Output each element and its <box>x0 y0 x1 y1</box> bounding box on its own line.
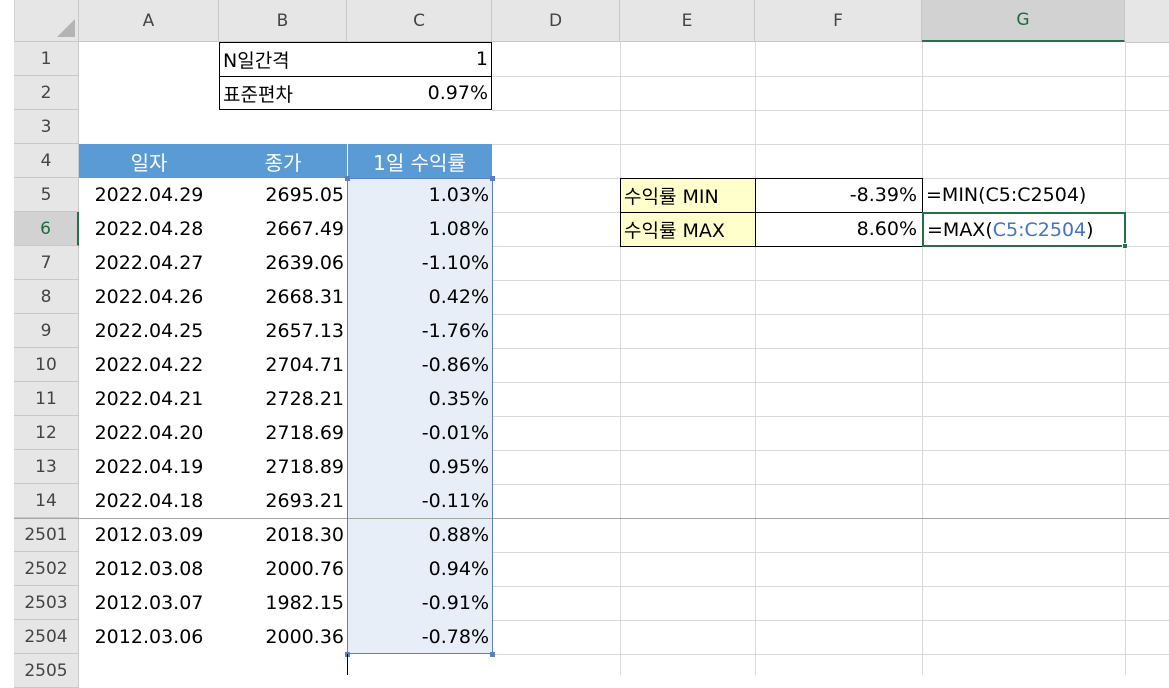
date-cell[interactable]: 2022.04.22 <box>79 348 219 382</box>
daily-return-header[interactable]: 1일 수익률 <box>347 144 492 178</box>
close-cell[interactable]: 2018.30 <box>219 518 347 552</box>
gridline <box>492 348 1169 349</box>
min-formula-text[interactable]: =MIN(C5:C2504) <box>923 178 1166 212</box>
close-cell[interactable]: 2000.36 <box>219 620 347 654</box>
gridline <box>492 76 1169 77</box>
row-header-4[interactable]: 4 <box>14 144 79 178</box>
selection-handle[interactable] <box>490 176 495 181</box>
n-interval-label: N일간격 <box>223 49 290 72</box>
row-header-2505[interactable]: 2505 <box>14 654 79 688</box>
close-cell[interactable]: 2668.31 <box>219 280 347 314</box>
close-cell[interactable]: 2718.89 <box>219 450 347 484</box>
spreadsheet: A B C D E F G 1 2 3 4 5 6 7 8 9 10 11 12 13 14 2501 2502 2503 25… <box>0 0 1169 688</box>
date-cell[interactable]: 2022.04.29 <box>79 178 219 212</box>
column-header-strip-right <box>1125 0 1169 43</box>
date-cell[interactable]: 2022.04.26 <box>79 280 219 314</box>
row-header-5[interactable]: 5 <box>14 178 79 212</box>
date-header[interactable]: 일자 <box>79 144 219 178</box>
row-header-10[interactable]: 10 <box>14 348 79 382</box>
max-formula-suffix: ) <box>1086 218 1094 241</box>
column-header-b[interactable]: B <box>219 0 347 42</box>
close-cell[interactable]: 2728.21 <box>219 382 347 416</box>
row-header-7[interactable]: 7 <box>14 246 79 280</box>
date-cell[interactable]: 2022.04.21 <box>79 382 219 416</box>
gridline <box>492 586 1169 587</box>
gridline <box>492 110 1169 111</box>
gridline <box>620 42 621 675</box>
selection-handle[interactable] <box>490 652 495 657</box>
gridline <box>492 552 1169 553</box>
row-header-2504[interactable]: 2504 <box>14 620 79 654</box>
date-cell[interactable]: 2022.04.20 <box>79 416 219 450</box>
gridline <box>492 280 1169 281</box>
sheet-left-edge <box>0 0 15 675</box>
return-max-label: 수익률 MAX <box>624 219 725 242</box>
gridline <box>492 450 1169 451</box>
close-cell[interactable]: 2639.06 <box>219 246 347 280</box>
row-header-12[interactable]: 12 <box>14 416 79 450</box>
column-header-d[interactable]: D <box>492 0 620 42</box>
row-header-2[interactable]: 2 <box>14 76 79 110</box>
std-dev-value[interactable]: 0.97% <box>347 76 491 110</box>
selection-handle[interactable] <box>345 176 350 181</box>
close-cell[interactable]: 2000.76 <box>219 552 347 586</box>
gridline <box>492 314 1169 315</box>
close-cell[interactable]: 2695.05 <box>219 178 347 212</box>
header-divider <box>347 144 348 178</box>
select-all-triangle-icon <box>57 19 75 37</box>
date-cell[interactable]: 2012.03.09 <box>79 518 219 552</box>
return-min-label: 수익률 MIN <box>624 185 719 208</box>
max-formula-prefix: =MAX( <box>927 218 993 241</box>
fill-handle[interactable] <box>1122 243 1128 249</box>
row-header-2501[interactable]: 2501 <box>14 518 79 552</box>
row-header-8[interactable]: 8 <box>14 280 79 314</box>
std-dev-label: 표준편차 <box>223 83 293 106</box>
close-cell[interactable]: 2718.69 <box>219 416 347 450</box>
close-header[interactable]: 종가 <box>219 144 347 178</box>
gridline <box>492 416 1169 417</box>
gridline <box>755 42 756 675</box>
row-header-14[interactable]: 14 <box>14 484 79 518</box>
date-cell[interactable]: 2012.03.08 <box>79 552 219 586</box>
date-cell[interactable]: 2022.04.25 <box>79 314 219 348</box>
gridline <box>492 382 1169 383</box>
row-header-6[interactable]: 6 <box>14 212 79 246</box>
date-cell[interactable]: 2012.03.06 <box>79 620 219 654</box>
max-formula-range-ref: C5:C2504 <box>992 218 1087 241</box>
gridline <box>492 620 1169 621</box>
column-header-a[interactable]: A <box>79 0 219 42</box>
date-cell[interactable]: 2022.04.27 <box>79 246 219 280</box>
return-max-value[interactable]: 8.60% <box>755 212 920 246</box>
date-cell[interactable]: 2022.04.19 <box>79 450 219 484</box>
n-interval-value[interactable]: 1 <box>347 42 491 76</box>
column-header-g[interactable]: G <box>922 0 1125 42</box>
close-cell[interactable]: 1982.15 <box>219 586 347 620</box>
column-c-edge <box>347 654 348 675</box>
row-header-1[interactable]: 1 <box>14 42 79 76</box>
date-cell[interactable]: 2022.04.18 <box>79 484 219 518</box>
gridline <box>492 144 1169 145</box>
active-cell-g6[interactable]: =MAX(C5:C2504) <box>922 212 1126 247</box>
date-cell[interactable]: 2012.03.07 <box>79 586 219 620</box>
row-header-9[interactable]: 9 <box>14 314 79 348</box>
date-cell[interactable]: 2022.04.28 <box>79 212 219 246</box>
close-cell[interactable]: 2667.49 <box>219 212 347 246</box>
gridline <box>1125 42 1126 675</box>
gridline <box>492 484 1169 485</box>
close-cell[interactable]: 2693.21 <box>219 484 347 518</box>
close-cell[interactable]: 2657.13 <box>219 314 347 348</box>
row-header-2502[interactable]: 2502 <box>14 552 79 586</box>
column-header-c[interactable]: C <box>347 0 492 42</box>
column-header-e[interactable]: E <box>620 0 755 42</box>
selection-range-border <box>347 178 493 654</box>
column-header-f[interactable]: F <box>755 0 922 42</box>
row-header-13[interactable]: 13 <box>14 450 79 484</box>
row-header-11[interactable]: 11 <box>14 382 79 416</box>
row-header-2503[interactable]: 2503 <box>14 586 79 620</box>
gridline <box>922 42 923 675</box>
row-header-3[interactable]: 3 <box>14 110 79 144</box>
return-min-value[interactable]: -8.39% <box>755 178 920 212</box>
gridline <box>492 654 1169 655</box>
close-cell[interactable]: 2704.71 <box>219 348 347 382</box>
